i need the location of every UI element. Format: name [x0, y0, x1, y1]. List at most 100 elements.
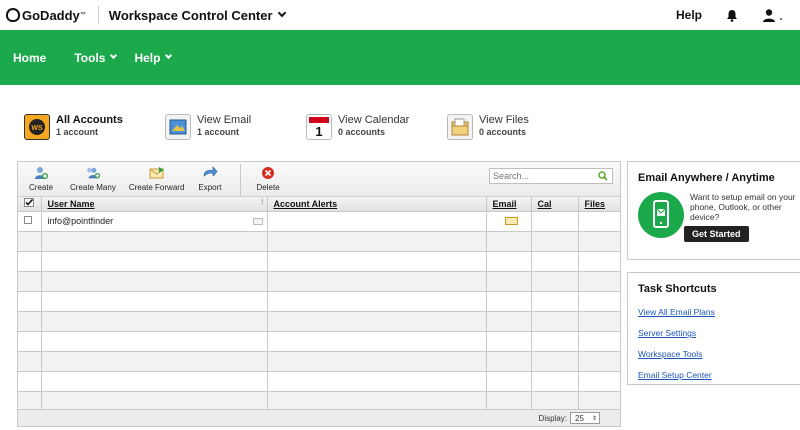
- tile-title: View Files: [479, 114, 529, 126]
- calendar-day: 1: [315, 124, 322, 139]
- table-row: [18, 291, 621, 312]
- email-cell: [486, 211, 532, 232]
- row-actions-dropdown-icon[interactable]: [252, 218, 263, 225]
- accounts-grid-panel: Create Create Many Create Forward Export…: [17, 161, 621, 427]
- top-help-link[interactable]: Help: [676, 8, 702, 22]
- email-anywhere-panel: Email Anywhere / Anytime Want to setup e…: [627, 161, 800, 260]
- bell-icon[interactable]: [726, 9, 738, 22]
- user-icon: [763, 9, 775, 22]
- display-count-select[interactable]: 25 ⇕: [570, 412, 600, 424]
- task-shortcuts-panel: Task Shortcuts View All Email Plans Serv…: [627, 272, 800, 385]
- column-header-files[interactable]: Files: [578, 197, 621, 212]
- tile-title: View Email: [197, 114, 252, 126]
- shortcut-server-settings[interactable]: Server Settings: [638, 328, 800, 338]
- app-title: Workspace Control Center: [108, 7, 273, 23]
- export-label: Export: [198, 183, 222, 192]
- tile-sub: 0 accounts: [479, 127, 527, 137]
- envelope-icon[interactable]: [505, 217, 518, 225]
- phone-icon: [638, 192, 684, 238]
- top-bar: GoDaddy ™ Workspace Control Center Help: [0, 0, 800, 30]
- create-label: Create: [29, 183, 54, 192]
- shortcut-workspace-tools[interactable]: Workspace Tools: [638, 349, 800, 359]
- create-user-icon: [35, 167, 48, 179]
- forward-envelope-icon: [149, 167, 164, 179]
- chevron-down-icon: [277, 8, 286, 18]
- logo-text: GoDaddy: [22, 7, 80, 23]
- nav-home[interactable]: Home: [13, 51, 46, 65]
- grid-toolbar: Create Create Many Create Forward Export…: [18, 162, 620, 197]
- accounts-table: User Name ⁞ Account Alerts Email Cal Fil…: [18, 197, 621, 412]
- top-divider: [97, 6, 99, 24]
- nav-help[interactable]: Help: [134, 51, 173, 65]
- tile-sub: 1 account: [56, 127, 99, 137]
- row-checkbox[interactable]: [24, 216, 32, 224]
- create-many-label: Create Many: [70, 183, 116, 192]
- logo-trademark: ™: [79, 12, 86, 18]
- user-name-value[interactable]: info@pointfinder: [48, 216, 114, 226]
- table-row: [18, 371, 621, 392]
- toolbar-separator: [239, 164, 241, 196]
- checkmark-icon: [24, 198, 34, 208]
- table-header-row: User Name ⁞ Account Alerts Email Cal Fil…: [18, 197, 621, 212]
- shortcuts-title: Task Shortcuts: [638, 283, 717, 295]
- tile-view-files[interactable]: View Files 0 accounts: [447, 114, 588, 140]
- export-button[interactable]: Export: [198, 166, 222, 192]
- files-icon: [447, 114, 473, 140]
- calendar-icon: 1: [306, 114, 332, 140]
- nav-tools-label: Tools: [74, 50, 106, 65]
- create-button[interactable]: Create: [29, 166, 53, 192]
- user-name-header-label: User Name: [47, 198, 95, 209]
- search-input[interactable]: [490, 169, 590, 183]
- top-right-actions: Help: [676, 8, 782, 22]
- create-many-button[interactable]: Create Many: [70, 166, 116, 192]
- main-nav: Home Tools Help: [0, 30, 800, 85]
- table-row: [18, 231, 621, 252]
- svg-text:WS: WS: [31, 125, 43, 132]
- tile-view-calendar[interactable]: 1 View Calendar 0 accounts: [306, 114, 447, 140]
- godaddy-logo[interactable]: GoDaddy ™: [6, 8, 86, 23]
- promo-text: Want to setup email on your phone, Outlo…: [690, 192, 796, 222]
- table-row[interactable]: info@pointfinder: [18, 211, 621, 232]
- tile-all-accounts[interactable]: WS All Accounts 1 account: [24, 114, 165, 140]
- get-started-button[interactable]: Get Started: [684, 226, 749, 242]
- create-forward-button[interactable]: Create Forward: [129, 166, 184, 192]
- nav-tools[interactable]: Tools: [74, 50, 118, 65]
- row-select-cell: [18, 211, 42, 232]
- chevron-down-icon: [165, 51, 173, 60]
- updown-icon: ⇕: [591, 415, 597, 422]
- column-header-account-alerts[interactable]: Account Alerts: [267, 197, 487, 212]
- table-row: [18, 271, 621, 292]
- display-label: Display:: [538, 413, 567, 423]
- promo-body: Want to setup email on your phone, Outlo…: [638, 192, 800, 242]
- column-resize-icon[interactable]: ⁞: [261, 199, 263, 206]
- shortcut-view-all-email-plans[interactable]: View All Email Plans: [638, 307, 800, 317]
- search-icon[interactable]: [598, 171, 608, 181]
- table-row: [18, 351, 621, 372]
- tile-title: All Accounts: [56, 114, 123, 126]
- account-alerts-cell: [267, 211, 487, 232]
- column-header-user-name[interactable]: User Name ⁞: [41, 197, 268, 212]
- create-many-users-icon: [87, 167, 101, 179]
- app-title-menu[interactable]: Workspace Control Center: [108, 7, 286, 23]
- column-header-email[interactable]: Email: [486, 197, 532, 212]
- files-cell: [578, 211, 621, 232]
- all-accounts-icon: WS: [24, 114, 50, 140]
- grid-footer: Display: 25 ⇕: [18, 409, 620, 426]
- chevron-down-icon: [110, 51, 118, 60]
- user-menu[interactable]: [762, 8, 782, 22]
- display-count-value: 25: [575, 413, 584, 423]
- delete-button[interactable]: Delete: [257, 166, 280, 192]
- delete-icon: [262, 167, 275, 179]
- tile-sub: 1 account: [197, 127, 240, 137]
- tile-view-email[interactable]: View Email 1 account: [165, 114, 306, 140]
- select-all-header[interactable]: [18, 197, 42, 212]
- tile-sub: 0 accounts: [338, 127, 386, 137]
- tile-title: View Calendar: [338, 114, 410, 126]
- column-header-cal[interactable]: Cal: [531, 197, 579, 212]
- user-menu-indicator: [780, 18, 782, 20]
- search-box: [489, 168, 613, 184]
- godaddy-logo-icon: [6, 8, 20, 22]
- delete-label: Delete: [256, 183, 280, 192]
- table-row: [18, 391, 621, 412]
- shortcut-email-setup-center[interactable]: Email Setup Center: [638, 370, 800, 380]
